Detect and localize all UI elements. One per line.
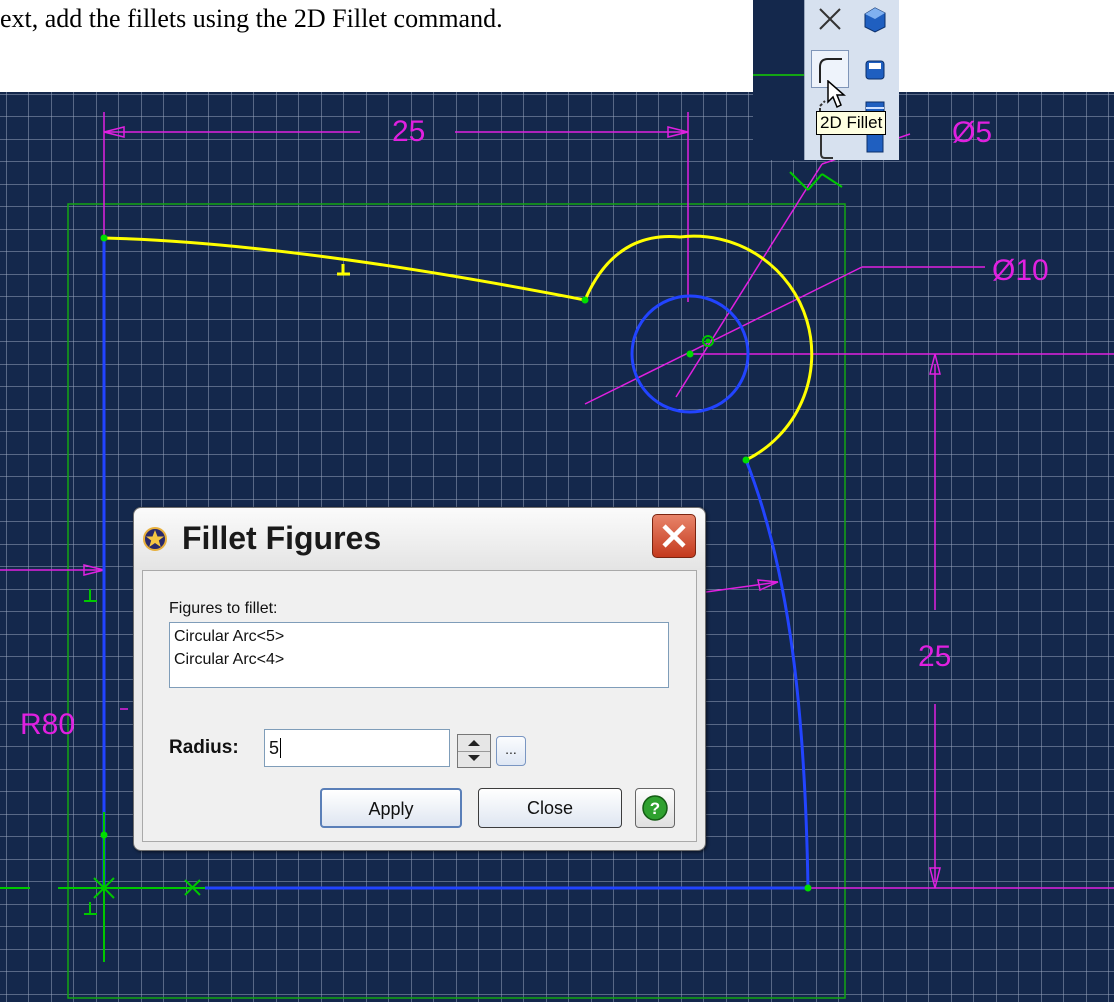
solid-material-icon[interactable] (855, 130, 893, 168)
chevron-up-icon (468, 740, 480, 746)
radius-value: 5 (269, 738, 280, 758)
solid-shell-icon[interactable] (855, 50, 893, 88)
radius-stepper[interactable] (457, 734, 491, 768)
toolbar-edge-line (753, 74, 804, 76)
stepper-up-button[interactable] (458, 735, 490, 752)
offset-icon[interactable] (811, 130, 849, 168)
app-logo-icon (143, 527, 167, 551)
toolbar-sketch (753, 0, 899, 160)
apply-button[interactable]: Apply (320, 788, 462, 828)
help-icon: ? (642, 795, 668, 821)
close-dialog-button[interactable] (652, 514, 696, 558)
close-icon (662, 524, 686, 548)
close-button[interactable]: Close (478, 788, 622, 828)
stepper-down-button[interactable] (458, 751, 490, 767)
dim-arc-diameter[interactable]: Ø10 (992, 256, 1049, 286)
figure-item[interactable]: Circular Arc<4> (174, 648, 664, 671)
trim-icon[interactable] (811, 0, 849, 38)
cursor-arrow-icon (827, 80, 846, 109)
radius-label: Radius: (169, 737, 239, 758)
browse-button[interactable]: ... (496, 736, 526, 766)
dialog-title: Fillet Figures (182, 520, 382, 556)
dialog-titlebar[interactable]: Fillet Figures (134, 508, 705, 570)
figure-item[interactable]: Circular Arc<5> (174, 625, 664, 648)
dialog-body: Figures to fillet: Circular Arc<5> Circu… (142, 570, 697, 842)
solid-box-icon[interactable] (855, 0, 893, 38)
figures-list[interactable]: Circular Arc<5> Circular Arc<4> (169, 622, 669, 688)
toolbar-panel (804, 0, 899, 160)
help-button[interactable]: ? (635, 788, 675, 828)
figures-label: Figures to fillet: (169, 600, 278, 617)
dim-right-height[interactable]: 25 (918, 642, 951, 672)
dim-hole-diameter[interactable]: Ø5 (952, 118, 992, 148)
fillet-figures-dialog: Fillet Figures Figures to fillet: Circul… (133, 507, 706, 851)
tooltip-2d-fillet: 2D Fillet (816, 111, 887, 135)
chevron-down-icon (468, 755, 480, 761)
svg-text:?: ? (650, 799, 660, 818)
dim-left-radius[interactable]: R80 (20, 710, 75, 740)
radius-input[interactable]: 5 (264, 729, 450, 767)
dim-top-width[interactable]: 25 (392, 117, 425, 147)
text-caret (280, 738, 282, 758)
instruction-text: ext, add the fillets using the 2D Fillet… (0, 4, 503, 33)
